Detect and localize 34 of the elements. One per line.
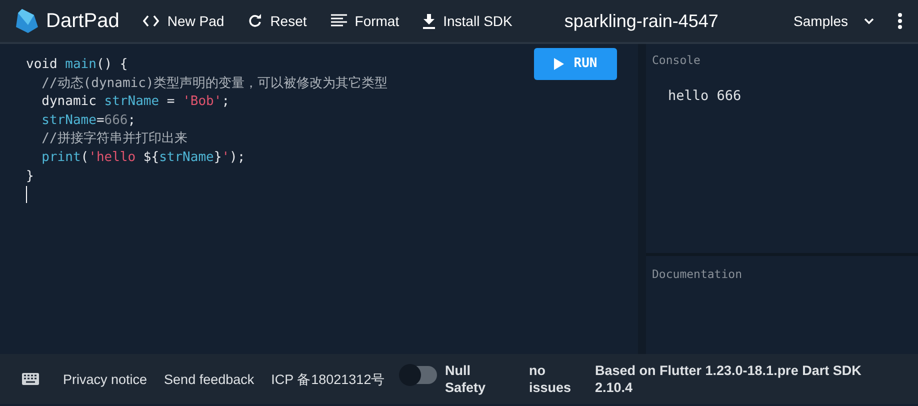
code-line: print('hello ${strName}');: [40, 148, 246, 167]
download-icon: [423, 14, 436, 28]
code-line: dynamic strName = 'Bob';: [40, 93, 230, 112]
footer-link[interactable]: ICP 备18021312号: [271, 370, 386, 388]
code-line: //动态(dynamic)类型声明的变量，可以被修改为其它类型: [40, 74, 388, 93]
toolbar-button[interactable]: New Pad: [143, 10, 224, 32]
footer-link[interactable]: Privacy notice: [63, 370, 148, 388]
format-icon: [330, 14, 347, 28]
toolbar-button[interactable]: Format: [330, 10, 400, 32]
samples-dropdown[interactable]: Samples: [794, 10, 874, 32]
code-line: strName=666;: [40, 112, 136, 130]
panel-title: Documentation: [652, 266, 744, 283]
issues-status: no issues: [529, 362, 572, 396]
code-icon: [143, 15, 160, 27]
logo-icon: [16, 9, 38, 33]
text-cursor: [26, 186, 27, 204]
null-safety-switch[interactable]: [401, 366, 437, 384]
code-line: }: [26, 168, 34, 186]
pad-name: sparkling-rain-4547: [563, 10, 718, 33]
console-output: hello 666: [668, 87, 742, 106]
play-icon: [554, 58, 564, 70]
code-line: //拼接字符串并打印出来: [40, 130, 188, 148]
chevron-icon: [864, 18, 874, 24]
keyboard-icon[interactable]: [22, 373, 39, 385]
refresh-icon: [248, 14, 262, 28]
footer-link[interactable]: Send feedback: [164, 370, 254, 388]
app-title: DartPad: [46, 9, 120, 34]
toolbar-button[interactable]: Install SDK: [423, 10, 512, 32]
null-safety-label: Null Safety: [445, 362, 487, 396]
panel-title: Console: [652, 52, 702, 69]
more-menu-icon[interactable]: [898, 13, 902, 29]
version-info: Based on Flutter 1.23.0-18.1.pre Dart SDK 2.10.4: [595, 362, 862, 396]
code-line: void main() {: [26, 56, 128, 74]
toolbar-button[interactable]: Reset: [248, 10, 307, 32]
